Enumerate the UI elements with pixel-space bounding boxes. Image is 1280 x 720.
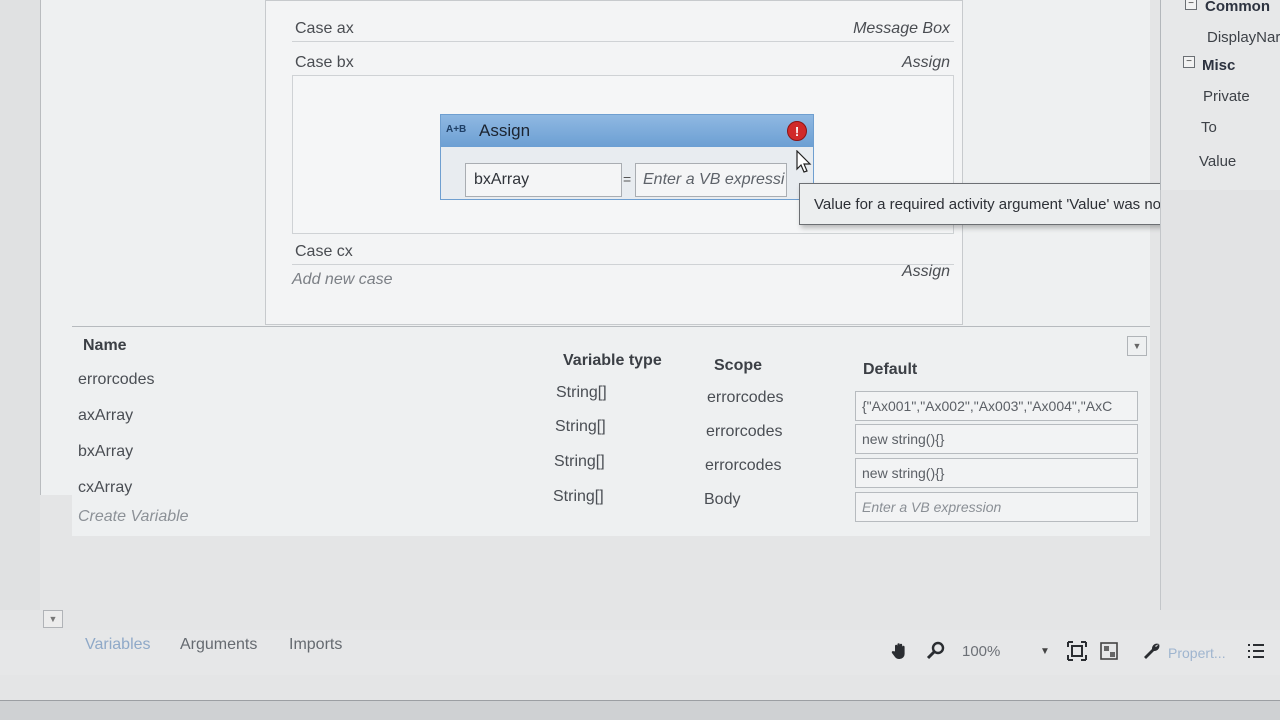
properties-panel: − Common DisplayNar − Misc Private To Va… [1160,0,1280,190]
column-header-default[interactable]: Default [863,361,917,379]
properties-panel-lower [1160,190,1280,610]
outline-icon[interactable] [1246,641,1266,661]
tab-imports[interactable]: Imports [289,636,342,654]
variable-name[interactable]: bxArray [78,443,133,461]
variable-default[interactable]: {"Ax001","Ax002","Ax003","Ax004","AxC [855,391,1138,421]
case-row-bx[interactable]: Case bx Assign [292,48,954,76]
tab-arguments[interactable]: Arguments [180,636,257,654]
column-header-name[interactable]: Name [83,337,127,355]
variable-scope[interactable]: errorcodes [707,389,783,407]
zoom-dropdown-icon[interactable]: ▼ [1040,646,1050,657]
variable-default[interactable]: new string(){} [855,458,1138,488]
tab-variables[interactable]: Variables [85,636,151,654]
collapse-icon[interactable]: − [1183,56,1195,68]
create-variable-link[interactable]: Create Variable [78,508,189,526]
variable-type[interactable]: String[] [553,488,604,506]
case-row-ax[interactable]: Case ax Message Box [292,14,954,42]
case-row-cx[interactable]: Case cx Assign [292,237,954,280]
assign-to-field[interactable]: bxArray [465,163,622,197]
search-icon[interactable] [926,641,946,661]
collapse-icon[interactable]: − [1185,0,1197,10]
assign-icon: A+B [446,124,467,135]
variable-type[interactable]: String[] [554,453,605,471]
case-label: Case bx [295,54,354,71]
properties-tab[interactable]: Propert... [1168,645,1226,661]
mouse-cursor-icon [796,150,812,173]
property-category-misc[interactable]: Misc [1202,57,1235,74]
overview-icon[interactable] [1099,641,1119,661]
property-private[interactable]: Private [1203,88,1250,105]
variable-type[interactable]: String[] [555,418,606,436]
variable-name[interactable]: cxArray [78,479,132,497]
assign-value-field[interactable]: Enter a VB expressi [635,163,787,197]
variable-name[interactable]: axArray [78,407,133,425]
case-action: Assign [901,54,950,71]
variable-default[interactable]: Enter a VB expression [855,492,1138,522]
chevron-down-icon[interactable]: ▼ [43,610,63,628]
fit-to-screen-icon[interactable] [1067,641,1087,661]
pan-hand-icon[interactable] [890,641,910,661]
variable-name[interactable]: errorcodes [78,371,154,389]
variable-scope[interactable]: errorcodes [706,423,782,441]
wrench-icon[interactable] [1142,641,1162,661]
property-displayname[interactable]: DisplayNar [1207,29,1280,46]
variable-type[interactable]: String[] [556,384,607,402]
chevron-down-icon[interactable]: ▼ [1127,336,1147,356]
variable-scope[interactable]: Body [704,491,740,509]
zoom-level[interactable]: 100% [962,643,1000,660]
assign-header[interactable]: A+B Assign ! [441,115,813,147]
property-value[interactable]: Value [1199,153,1236,170]
assign-title: Assign [479,121,531,140]
property-category-common[interactable]: Common [1205,0,1270,15]
add-new-case-link[interactable]: Add new case [292,271,393,289]
error-icon[interactable]: ! [787,121,807,141]
variable-default[interactable]: new string(){} [855,424,1138,454]
case-label: Case cx [295,243,353,260]
property-to[interactable]: To [1201,119,1217,136]
assign-activity[interactable]: A+B Assign ! bxArray = Enter a VB expres… [440,114,814,200]
left-gutter [0,0,40,610]
equals-sign: = [623,171,632,187]
case-label: Case ax [295,20,354,37]
column-header-scope[interactable]: Scope [714,357,762,375]
case-action: Assign [901,263,950,280]
variable-scope[interactable]: errorcodes [705,457,781,475]
status-strip [0,700,1280,720]
column-header-variable-type[interactable]: Variable type [563,352,662,370]
case-action: Message Box [853,20,950,37]
